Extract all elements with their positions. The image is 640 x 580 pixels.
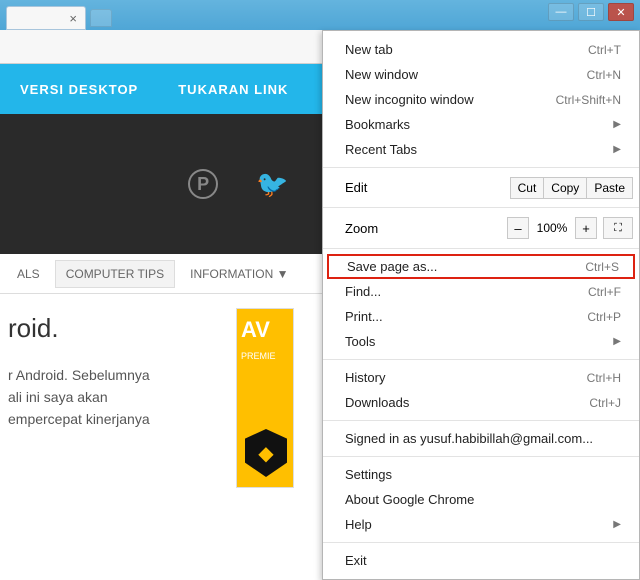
menu-zoom-label: Zoom [345,221,507,236]
article-line: empercepat kinerjanya [8,408,216,430]
menu-print[interactable]: Print...Ctrl+P [323,304,639,329]
nav-tukaran-link[interactable]: TUKARAN LINK [178,82,288,97]
window-titlebar: × — ☐ ✕ [0,0,640,30]
zoom-out-button[interactable]: – [507,217,529,239]
close-button[interactable]: ✕ [608,3,634,21]
maximize-button[interactable]: ☐ [578,3,604,21]
menu-recent-tabs[interactable]: Recent Tabs▶ [323,137,639,162]
menu-incognito[interactable]: New incognito windowCtrl+Shift+N [323,87,639,112]
article-line: ali ini saya akan [8,386,216,408]
edit-paste-button[interactable]: Paste [587,177,633,199]
new-tab-button[interactable] [90,9,112,27]
menu-zoom-row: Zoom – 100% + ⛶ [323,213,639,243]
menu-edit-row: Edit Cut Copy Paste [323,173,639,202]
menu-new-window[interactable]: New windowCtrl+N [323,62,639,87]
menu-about[interactable]: About Google Chrome [323,487,639,512]
menu-exit[interactable]: Exit [323,548,639,573]
sidebar-ad[interactable]: AV PREMIE ◆ [236,308,294,488]
menu-bookmarks[interactable]: Bookmarks▶ [323,112,639,137]
article-line: r Android. Sebelumnya [8,364,216,386]
menu-history[interactable]: HistoryCtrl+H [323,365,639,390]
edit-cut-button[interactable]: Cut [510,177,545,199]
submenu-arrow-icon: ▶ [613,119,621,130]
tab-computer-tips[interactable]: COMPUTER TIPS [55,260,175,288]
chrome-main-menu: New tabCtrl+T New windowCtrl+N New incog… [322,30,640,580]
submenu-arrow-icon: ▶ [613,336,621,347]
fullscreen-button[interactable]: ⛶ [603,217,633,239]
zoom-in-button[interactable]: + [575,217,597,239]
browser-tab[interactable]: × [6,6,86,30]
edit-copy-button[interactable]: Copy [544,177,587,199]
menu-tools[interactable]: Tools▶ [323,329,639,354]
ad-subtitle: PREMIE [237,351,293,361]
article-title: roid. [8,308,216,350]
menu-signed-in[interactable]: Signed in as yusuf.habibillah@gmail.com.… [323,426,639,451]
zoom-value: 100% [529,221,575,235]
twitter-icon[interactable]: 🐦 [256,169,288,200]
shield-icon: ◆ [245,429,287,477]
minimize-button[interactable]: — [548,3,574,21]
nav-versi-desktop[interactable]: VERSI DESKTOP [20,82,138,97]
menu-downloads[interactable]: DownloadsCtrl+J [323,390,639,415]
menu-save-page-as[interactable]: Save page as...Ctrl+S [327,254,635,279]
submenu-arrow-icon: ▶ [613,144,621,155]
submenu-arrow-icon: ▶ [613,519,621,530]
menu-new-tab[interactable]: New tabCtrl+T [323,37,639,62]
pinterest-icon[interactable]: P [188,169,218,199]
ad-title: AV [237,309,293,351]
tab-als[interactable]: ALS [6,260,51,288]
menu-help[interactable]: Help▶ [323,512,639,537]
article-body: roid. r Android. Sebelumnya ali ini saya… [0,294,230,488]
tab-information[interactable]: INFORMATION ▼ [179,260,299,288]
menu-settings[interactable]: Settings [323,462,639,487]
menu-find[interactable]: Find...Ctrl+F [323,279,639,304]
menu-edit-label: Edit [345,180,510,195]
